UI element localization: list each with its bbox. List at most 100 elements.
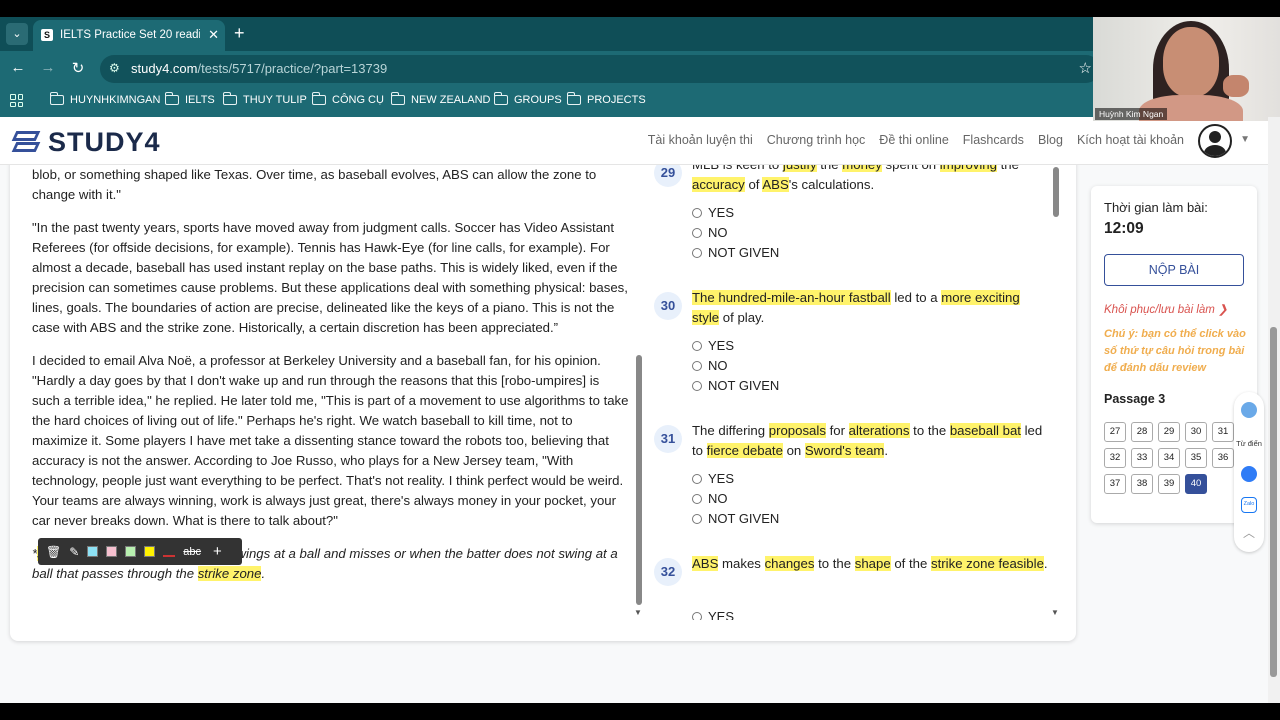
add-note-button[interactable]: + xyxy=(213,543,222,560)
bookmark-label: NEW ZEALAND xyxy=(411,94,491,106)
bookmark-folder[interactable]: IELTS xyxy=(164,92,215,106)
color-swatch-blue[interactable] xyxy=(87,546,99,557)
question-nav-button[interactable]: 29 xyxy=(1158,422,1180,442)
passage-scrollbar[interactable] xyxy=(636,165,642,620)
answer-option-label: NOT GIVEN xyxy=(708,245,780,260)
radio-button[interactable] xyxy=(692,227,702,238)
answer-option[interactable]: YES xyxy=(692,609,734,620)
pencil-icon[interactable]: ✎ xyxy=(69,545,79,559)
passage-scroll-thumb[interactable] xyxy=(636,355,642,605)
chevron-down-icon[interactable]: ▼ xyxy=(1240,134,1250,145)
question-nav-button[interactable]: 27 xyxy=(1104,422,1126,442)
question-nav-button[interactable]: 39 xyxy=(1158,474,1180,494)
scroll-down-arrow-icon[interactable]: ▼ xyxy=(1051,608,1059,617)
question-text-segment: the xyxy=(997,165,1019,172)
nav-item-flashcards[interactable]: Flashcards xyxy=(963,133,1024,147)
tab-active[interactable]: S IELTS Practice Set 20 reading te ✕ xyxy=(33,20,225,51)
reload-icon[interactable]: ↻ xyxy=(68,59,88,77)
radio-button[interactable] xyxy=(692,611,702,620)
question-text-segment: makes xyxy=(718,556,765,571)
tab-search-button[interactable]: ⌄ xyxy=(6,23,28,45)
bookmark-folder[interactable]: CÔNG CỤ xyxy=(311,92,384,106)
submit-button[interactable]: NỘP BÀI xyxy=(1104,254,1244,286)
question-nav-button[interactable]: 37 xyxy=(1104,474,1126,494)
radio-button[interactable] xyxy=(692,473,702,484)
question-number[interactable]: 31 xyxy=(654,425,682,453)
answer-option[interactable]: NO xyxy=(692,225,728,240)
page-scroll-thumb[interactable] xyxy=(1270,327,1277,677)
answer-option[interactable]: NO xyxy=(692,491,728,506)
answer-option[interactable]: NOT GIVEN xyxy=(692,245,779,260)
page-scrollbar[interactable] xyxy=(1268,117,1280,703)
address-bar[interactable]: ⚙ study4.com/tests/5717/practice/?part=1… xyxy=(100,55,1100,83)
question-nav-button[interactable]: 38 xyxy=(1131,474,1153,494)
answer-option[interactable]: NOT GIVEN xyxy=(692,511,779,526)
scroll-down-arrow-icon[interactable]: ▼ xyxy=(634,608,642,617)
answer-option-label: NO xyxy=(708,491,728,506)
test-page: technology, right, you can load any stri… xyxy=(0,165,1268,703)
chevron-up-icon[interactable]: ︿ xyxy=(1241,524,1257,541)
restore-link[interactable]: Khôi phục/lưu bài làm ❯ xyxy=(1104,302,1228,316)
answer-option[interactable]: YES xyxy=(692,471,734,486)
highlighted-phrase: alterations xyxy=(848,423,910,438)
messenger-icon[interactable] xyxy=(1241,466,1257,482)
radio-button[interactable] xyxy=(692,340,702,351)
radio-button[interactable] xyxy=(692,513,702,524)
site-logo[interactable]: STUDY4 xyxy=(10,127,161,158)
bookmark-folder[interactable]: PROJECTS xyxy=(566,92,646,106)
new-tab-button[interactable]: + xyxy=(234,23,245,43)
zalo-icon[interactable]: Zalo xyxy=(1241,497,1257,513)
question-number[interactable]: 32 xyxy=(654,558,682,586)
strikethrough-button[interactable]: abc xyxy=(183,546,201,558)
color-swatch-yellow[interactable] xyxy=(144,546,156,557)
bookmark-folder[interactable]: GROUPS xyxy=(493,92,562,106)
avatar[interactable] xyxy=(1198,124,1232,158)
back-arrow-icon[interactable]: ← xyxy=(8,59,28,76)
nav-item-activate[interactable]: Kích hoạt tài khoản xyxy=(1077,133,1184,147)
color-swatch-green[interactable] xyxy=(125,546,137,557)
question-nav-button[interactable]: 36 xyxy=(1212,448,1234,468)
nav-item-online-tests[interactable]: Đề thi online xyxy=(879,133,949,147)
nav-item-blog[interactable]: Blog xyxy=(1038,133,1063,147)
question-number[interactable]: 30 xyxy=(654,292,682,320)
radio-button[interactable] xyxy=(692,493,702,504)
nav-item-accounts[interactable]: Tài khoản luyện thi xyxy=(648,133,753,147)
dictionary-icon[interactable] xyxy=(1241,402,1257,418)
bookmark-folder[interactable]: THUY TULIP xyxy=(222,92,307,106)
question-nav-button[interactable]: 32 xyxy=(1104,448,1126,468)
bookmark-folder[interactable]: NEW ZEALAND xyxy=(390,92,491,106)
questions-scroll-thumb[interactable] xyxy=(1053,167,1059,217)
answer-option[interactable]: YES xyxy=(692,338,734,353)
question-nav-button[interactable]: 28 xyxy=(1131,422,1153,442)
answer-option[interactable]: NO xyxy=(692,358,728,373)
forward-arrow-icon[interactable]: → xyxy=(38,59,58,76)
question-nav-button[interactable]: 34 xyxy=(1158,448,1180,468)
question-nav-button[interactable]: 31 xyxy=(1212,422,1234,442)
question-number[interactable]: 29 xyxy=(654,165,682,187)
question-nav-button[interactable]: 30 xyxy=(1185,422,1207,442)
close-tab-icon[interactable]: ✕ xyxy=(208,27,219,43)
questions-pane[interactable]: 29 MLB is keen to justify the money spent… xyxy=(654,165,1064,620)
questions-scrollbar[interactable] xyxy=(1053,165,1059,620)
radio-button[interactable] xyxy=(692,207,702,218)
answer-option[interactable]: NOT GIVEN xyxy=(692,378,779,393)
radio-button[interactable] xyxy=(692,380,702,391)
answer-option-label: NO xyxy=(708,358,728,373)
site-info-icon[interactable]: ⚙ xyxy=(109,61,120,75)
test-card: technology, right, you can load any stri… xyxy=(10,165,1076,641)
color-swatch-pink[interactable] xyxy=(106,546,118,557)
bookmark-star-icon[interactable]: ☆ xyxy=(1079,59,1092,77)
apps-grid-icon[interactable] xyxy=(10,94,23,107)
radio-button[interactable] xyxy=(692,360,702,371)
question-nav-button[interactable]: 40 xyxy=(1185,474,1207,494)
underline-red-icon[interactable] xyxy=(163,554,176,557)
radio-button[interactable] xyxy=(692,247,702,258)
bookmark-folder[interactable]: HUYNHKIMNGAN xyxy=(49,92,160,106)
answer-option[interactable]: YES xyxy=(692,205,734,220)
question-nav-button[interactable]: 33 xyxy=(1131,448,1153,468)
trash-icon[interactable]: 🗑 xyxy=(46,545,61,559)
answer-option-label: NOT GIVEN xyxy=(708,378,780,393)
question-nav-button[interactable]: 35 xyxy=(1185,448,1207,468)
nav-item-programs[interactable]: Chương trình học xyxy=(767,133,866,147)
presenter-hand xyxy=(1223,75,1249,97)
